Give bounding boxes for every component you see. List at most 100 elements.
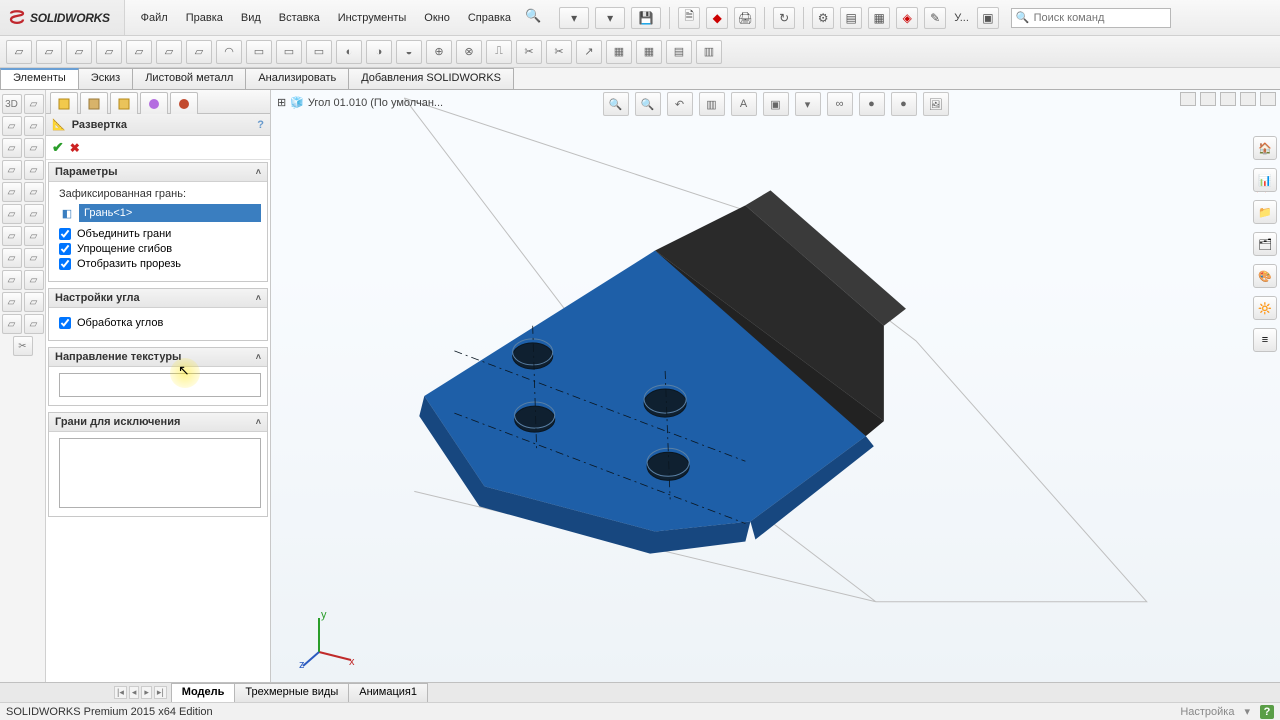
tool2-21[interactable]: ▦ [606, 40, 632, 64]
resources-icon[interactable]: 📊 [1253, 168, 1277, 192]
tool2-13[interactable]: ◑ [366, 40, 392, 64]
tab-sketch[interactable]: Эскиз [78, 68, 133, 89]
lt-4[interactable]: ▱ [2, 138, 22, 158]
last-tab-icon[interactable]: ▸| [154, 686, 167, 699]
exclude-faces-input[interactable] [59, 438, 261, 508]
lt-15[interactable]: ▱ [24, 248, 44, 268]
panel-tab-feature[interactable] [50, 92, 78, 114]
tool2-10[interactable]: ▭ [276, 40, 302, 64]
tab-evaluate[interactable]: Анализировать [245, 68, 349, 89]
win-min-icon[interactable] [1220, 92, 1236, 106]
tool2-19[interactable]: ✂ [546, 40, 572, 64]
tool-icon[interactable]: ✎ [924, 7, 946, 29]
custom-props-icon[interactable]: ≡ [1253, 328, 1277, 352]
panel-help-icon[interactable]: ? [257, 119, 264, 131]
menu-view[interactable]: Вид [233, 8, 269, 28]
lt-10[interactable]: ▱ [2, 204, 22, 224]
menu-edit[interactable]: Правка [178, 8, 231, 28]
lt-16[interactable]: ▱ [2, 270, 22, 290]
tool2-11[interactable]: ▭ [306, 40, 332, 64]
edit-scene-icon[interactable]: 🖼 [923, 92, 949, 116]
win-tile1-icon[interactable] [1180, 92, 1196, 106]
lt-19[interactable]: ▱ [24, 292, 44, 312]
print-icon[interactable]: 🖨 [734, 7, 756, 29]
tab-addins[interactable]: Добавления SOLIDWORKS [348, 68, 514, 89]
win-close-icon[interactable] [1260, 92, 1276, 106]
lt-13[interactable]: ▱ [24, 226, 44, 246]
menu-help[interactable]: Справка [460, 8, 519, 28]
group-exclude-header[interactable]: Грани для исключения ˄ [49, 413, 267, 432]
prev-view-icon[interactable]: ↶ [667, 92, 693, 116]
display-style-icon[interactable]: ▣ [763, 92, 789, 116]
home-icon[interactable]: 🏠 [1253, 136, 1277, 160]
view-orient-icon[interactable]: A [731, 92, 757, 116]
corner-treatment-checkbox[interactable]: Обработка углов [59, 317, 261, 329]
tool2-9[interactable]: ▭ [246, 40, 272, 64]
panel-tab-display[interactable] [110, 92, 138, 114]
bottom-tab-model[interactable]: Модель [171, 683, 236, 702]
lt-3[interactable]: ▱ [24, 116, 44, 136]
rebuild-icon[interactable]: ↻ [773, 7, 795, 29]
tool2-5[interactable]: ▱ [126, 40, 152, 64]
menu-search-icon[interactable]: 🔍 [525, 8, 541, 28]
status-dropdown-icon[interactable]: ▾ [1244, 705, 1250, 718]
open-button[interactable]: ▾ [595, 7, 625, 29]
tool2-7[interactable]: ▱ [186, 40, 212, 64]
tool2-17[interactable]: ⎍ [486, 40, 512, 64]
zoom-fit-icon[interactable]: 🔍 [603, 92, 629, 116]
tool2-1[interactable]: ▱ [6, 40, 32, 64]
lt-8[interactable]: ▱ [2, 182, 22, 202]
lt-5[interactable]: ▱ [24, 138, 44, 158]
save-all-icon[interactable]: 🗎 [678, 7, 700, 29]
bottom-tab-anim[interactable]: Анимация1 [348, 683, 428, 702]
tab-sheetmetal[interactable]: Листовой металл [132, 68, 246, 89]
cmd-icon[interactable]: ▣ [977, 7, 999, 29]
new-button[interactable]: ▾ [559, 7, 589, 29]
tool2-16[interactable]: ⊗ [456, 40, 482, 64]
pdf-export-icon[interactable]: ◆ [706, 7, 728, 29]
accept-button[interactable]: ✔ [52, 139, 64, 156]
lt-12[interactable]: ▱ [2, 226, 22, 246]
lt-2[interactable]: ▱ [2, 116, 22, 136]
lt-18[interactable]: ▱ [2, 292, 22, 312]
status-help-icon[interactable]: ? [1260, 705, 1274, 719]
prev-tab-icon[interactable]: ◂ [129, 686, 140, 699]
tool2-3[interactable]: ▱ [66, 40, 92, 64]
tool2-20[interactable]: ↗ [576, 40, 602, 64]
texture-direction-input[interactable] [59, 373, 261, 397]
fixed-face-input[interactable] [79, 204, 261, 222]
view-setting2-icon[interactable]: ▦ [868, 7, 890, 29]
section-icon[interactable]: ▥ [699, 92, 725, 116]
tool2-18[interactable]: ✂ [516, 40, 542, 64]
view-setting-icon[interactable]: ▤ [840, 7, 862, 29]
panel-tab-dimxpert[interactable] [140, 92, 168, 114]
tool2-2[interactable]: ▱ [36, 40, 62, 64]
lt-1[interactable]: ▱ [24, 94, 44, 114]
scene-icon[interactable]: ∞ [827, 92, 853, 116]
menu-tools[interactable]: Инструменты [330, 8, 415, 28]
win-max-icon[interactable] [1240, 92, 1256, 106]
zoom-area-icon[interactable]: 🔍 [635, 92, 661, 116]
group-parameters-header[interactable]: Параметры ˄ [49, 163, 267, 182]
view-palette-icon[interactable]: 🎨 [1253, 264, 1277, 288]
appearance-icon[interactable]: ● [859, 92, 885, 116]
command-search-input[interactable] [1034, 12, 1164, 24]
menu-file[interactable]: Файл [133, 8, 176, 28]
menu-insert[interactable]: Вставка [271, 8, 328, 28]
tab-features[interactable]: Элементы [0, 68, 79, 89]
simplify-bends-checkbox[interactable]: Упрощение сгибов [59, 243, 261, 255]
lt-7[interactable]: ▱ [24, 160, 44, 180]
panel-tab-render[interactable] [170, 92, 198, 114]
lt-17[interactable]: ▱ [24, 270, 44, 290]
lt-6[interactable]: ▱ [2, 160, 22, 180]
next-tab-icon[interactable]: ▸ [141, 686, 152, 699]
tool2-4[interactable]: ▱ [96, 40, 122, 64]
feature-tree-flyout[interactable]: ⊞ 🧊 Угол 01.010 (По умолчан... [277, 96, 443, 109]
tool2-22[interactable]: ▦ [636, 40, 662, 64]
graphics-view[interactable]: ⊞ 🧊 Угол 01.010 (По умолчан... 🔍 🔍 ↶ ▥ A… [271, 90, 1280, 682]
tool2-12[interactable]: ◐ [336, 40, 362, 64]
status-setting[interactable]: Настройка [1180, 706, 1234, 718]
group-texture-header[interactable]: Направление текстуры ˄ [49, 348, 267, 367]
explorer-icon[interactable]: 🗂 [1253, 232, 1277, 256]
lt-9[interactable]: ▱ [24, 182, 44, 202]
